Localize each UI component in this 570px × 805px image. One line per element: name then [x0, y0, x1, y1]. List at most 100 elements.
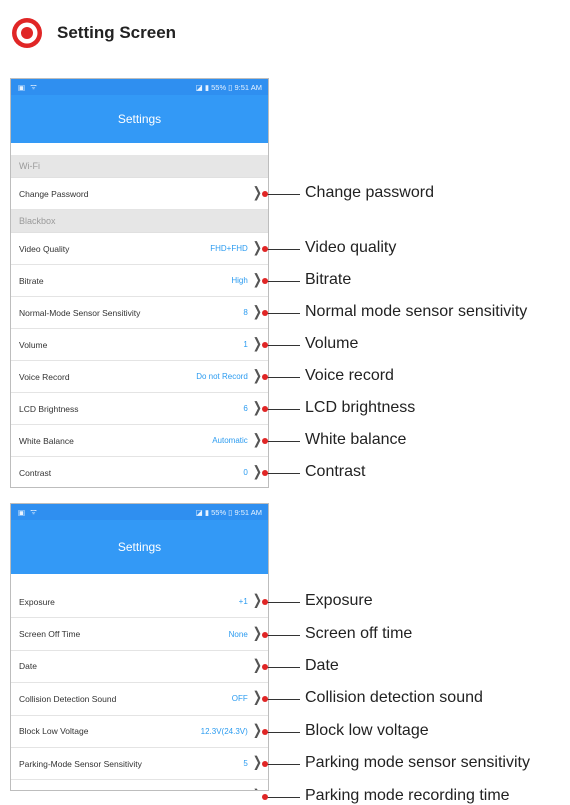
status-right: ◪ ▮ 55% ▯ 9:51 AM	[196, 508, 262, 517]
chevron-right-icon[interactable]: ❯	[253, 692, 262, 706]
signal-icon: ▮	[205, 83, 209, 92]
setting-row-screen-off-time[interactable]: Screen Off TimeNone❯	[11, 618, 268, 650]
chevron-right-icon[interactable]: ❯	[253, 595, 262, 609]
setting-value: 5	[243, 759, 247, 768]
setting-value-group: OFF ❯	[232, 693, 262, 704]
battery-percent: 55%	[211, 83, 226, 92]
setting-value: 8	[243, 308, 247, 317]
setting-label: Collision Detection Sound	[19, 694, 116, 704]
callout-marker	[262, 794, 268, 800]
setting-value: High	[231, 276, 247, 285]
clock: 9:51 AM	[234, 508, 262, 517]
callout-marker	[262, 406, 268, 412]
target-icon	[11, 17, 43, 49]
section-blackbox: Video QualityFHD+FHD❯BitrateHigh❯Normal-…	[11, 233, 268, 488]
setting-value-group: Automatic❯	[212, 435, 262, 446]
callout-label: Voice record	[305, 367, 394, 385]
callout-label: Contrast	[305, 463, 365, 481]
callout-marker	[262, 342, 268, 348]
chevron-right-icon[interactable]: ❯	[253, 659, 262, 673]
setting-label: Change Password	[19, 189, 88, 199]
callout-line	[267, 473, 300, 474]
setting-value: 0	[243, 468, 247, 477]
chevron-right-icon[interactable]: ❯	[253, 401, 262, 415]
setting-value-group: 1❯	[243, 339, 262, 350]
setting-row-collision-detection-sound[interactable]: Collision Detection Sound OFF ❯	[11, 683, 268, 715]
setting-value: Do not Record	[196, 372, 248, 381]
setting-row-change-password[interactable]: Change Password ❯	[11, 178, 268, 210]
setting-label: Block Low Voltage	[19, 726, 88, 736]
battery-icon: ▯	[228, 508, 232, 517]
setting-label: Contrast	[19, 468, 51, 478]
setting-row-volume[interactable]: Volume1❯	[11, 329, 268, 361]
callout-label: Normal mode sensor sensitivity	[305, 303, 527, 321]
callout-line	[267, 409, 300, 410]
setting-row-date[interactable]: Date ❯	[11, 651, 268, 683]
chevron-right-icon[interactable]: ❯	[253, 186, 262, 200]
setting-label: Bitrate	[19, 276, 44, 286]
chevron-right-icon[interactable]: ❯	[253, 756, 262, 770]
setting-label: Date	[19, 661, 37, 671]
setting-row-exposure[interactable]: Exposure+1❯	[11, 586, 268, 618]
app-bar-title: Settings	[118, 112, 161, 126]
app-bar: Settings	[11, 520, 268, 574]
callout-label: Collision detection sound	[305, 689, 483, 707]
signal-icon: ▮	[205, 508, 209, 517]
setting-row-lcd-brightness[interactable]: LCD Brightness 6 ❯	[11, 393, 268, 425]
setting-row-white-balance[interactable]: White BalanceAutomatic❯	[11, 425, 268, 457]
setting-row-parking-mode-recording-time[interactable]: Parking-Mode Recording Time24Hours❯	[11, 780, 268, 791]
setting-value: FHD+FHD	[210, 244, 248, 253]
callout-line	[267, 797, 300, 798]
setting-label: LCD Brightness	[19, 404, 79, 414]
callout-marker	[262, 761, 268, 767]
chevron-right-icon[interactable]: ❯	[253, 724, 262, 738]
setting-row-normal-mode-sensor-sensitivity[interactable]: Normal-Mode Sensor Sensitivity8❯	[11, 297, 268, 329]
chevron-right-icon[interactable]: ❯	[253, 273, 262, 287]
setting-value: 12.3V(24.3V)	[201, 727, 248, 736]
wifi-icon: ᯤ	[30, 82, 37, 92]
setting-row-parking-mode-sensor-sensitivity[interactable]: Parking-Mode Sensor Sensitivity5❯	[11, 748, 268, 780]
callout-label: Parking mode sensor sensitivity	[305, 754, 530, 772]
app-bar-title: Settings	[118, 540, 161, 554]
nfc-icon: ◪	[196, 508, 203, 517]
status-bar: ▣ ᯤ ◪ ▮ 55% ▯ 9:51 AM	[11, 79, 268, 95]
callout-marker	[262, 599, 268, 605]
setting-row-voice-record[interactable]: Voice RecordDo not Record❯	[11, 361, 268, 393]
setting-value: OFF	[232, 694, 248, 703]
callout-line	[267, 313, 300, 314]
callout-label: Screen off time	[305, 625, 412, 643]
callout-line	[267, 732, 300, 733]
setting-row-video-quality[interactable]: Video QualityFHD+FHD❯	[11, 233, 268, 265]
callout-marker	[262, 696, 268, 702]
setting-row-contrast[interactable]: Contrast0❯	[11, 457, 268, 488]
phone-screen-1: ▣ ᯤ ◪ ▮ 55% ▯ 9:51 AM Settings Wi-Fi Cha…	[10, 78, 269, 488]
setting-value-group: FHD+FHD ❯	[210, 243, 262, 254]
setting-value-group: Do not Record ❯	[196, 371, 262, 382]
chevron-right-icon[interactable]: ❯	[253, 305, 262, 319]
callout-line	[267, 699, 300, 700]
callout-line	[267, 441, 300, 442]
setting-row-block-low-voltage[interactable]: Block Low Voltage 12.3V(24.3V) ❯	[11, 716, 268, 748]
chevron-right-icon[interactable]: ❯	[253, 627, 262, 641]
callout-marker	[262, 632, 268, 638]
clock: 9:51 AM	[234, 83, 262, 92]
chevron-right-icon[interactable]: ❯	[253, 369, 262, 383]
setting-value-group: 5❯	[243, 758, 262, 769]
setting-value-group: 8❯	[243, 307, 262, 318]
chevron-right-icon[interactable]: ❯	[253, 433, 262, 447]
setting-value-group: ❯	[248, 188, 262, 199]
setting-value-group: None❯	[229, 629, 262, 640]
setting-value-group: +1❯	[239, 596, 262, 607]
callout-marker	[262, 438, 268, 444]
phone-screen-2: ▣ ᯤ ◪ ▮ 55% ▯ 9:51 AM Settings Exposure+…	[10, 503, 269, 791]
callout-label: LCD brightness	[305, 399, 415, 417]
setting-value-group: 0❯	[243, 467, 262, 478]
chevron-right-icon[interactable]: ❯	[253, 337, 262, 351]
section-header-blackbox: Blackbox	[11, 210, 268, 233]
chevron-right-icon[interactable]: ❯	[253, 465, 262, 479]
callout-label: Exposure	[305, 592, 373, 610]
setting-value: 6	[243, 404, 247, 413]
chevron-right-icon[interactable]: ❯	[253, 241, 262, 255]
setting-row-bitrate[interactable]: Bitrate High ❯	[11, 265, 268, 297]
callout-line	[267, 377, 300, 378]
